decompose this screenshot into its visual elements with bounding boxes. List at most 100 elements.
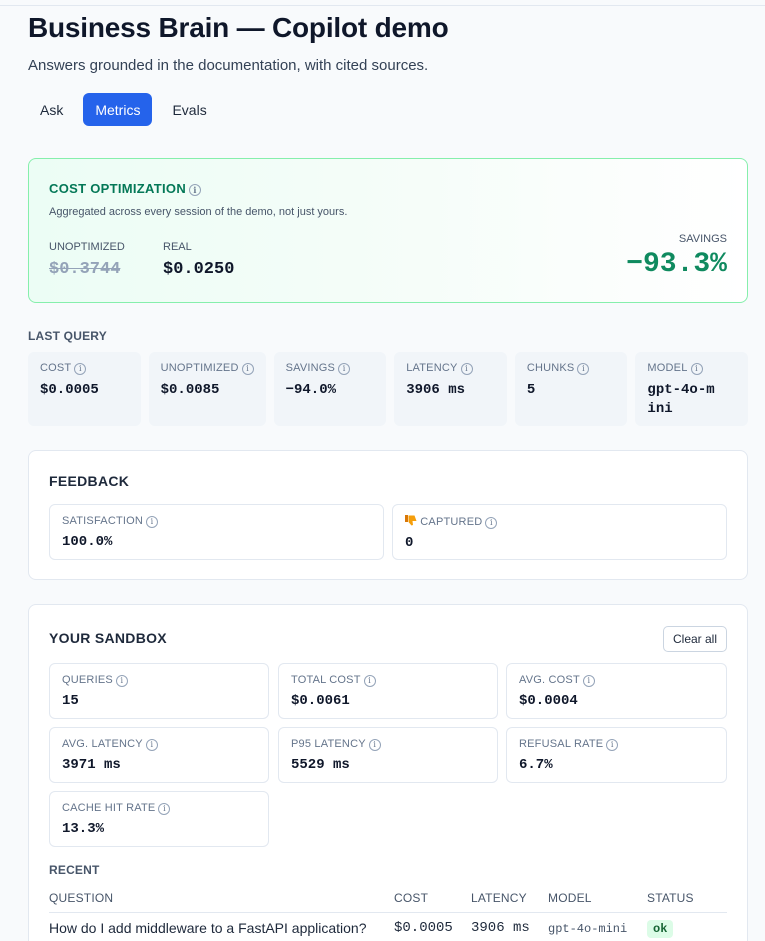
metric-value: 15 <box>62 693 79 709</box>
metric-label: LATENCY i <box>406 362 495 375</box>
metric-label: REFUSAL RATE i <box>519 738 714 751</box>
info-icon[interactable]: i <box>115 675 128 687</box>
info-icon[interactable]: i <box>146 516 159 528</box>
metric-value: 5529 ms <box>291 757 350 773</box>
sandbox-metric-queries: QUERIES i 15 <box>49 663 269 719</box>
last-query-metric-cost: COST i $0.0005 <box>28 352 141 426</box>
sandbox-metric-avg-latency: AVG. LATENCY i 3971 ms <box>49 727 269 783</box>
metric-label: P95 LATENCY i <box>291 738 485 751</box>
metric-label: SATISFACTION i <box>62 515 371 528</box>
info-icon[interactable]: i <box>577 363 590 375</box>
metric-label-text: CHUNKS <box>526 362 575 374</box>
recent-title: RECENT <box>49 863 100 877</box>
info-icon[interactable]: i <box>74 363 87 375</box>
table-row[interactable]: How do I add middleware to a FastAPI app… <box>49 913 727 941</box>
info-icon[interactable]: i <box>606 739 619 751</box>
sandbox-panel: YOUR SANDBOX Clear all QUERIES i 15 TOTAL… <box>28 604 748 941</box>
info-icon[interactable]: i <box>189 184 202 196</box>
satisfaction-value: 100.0% <box>62 534 113 550</box>
tab-ask[interactable]: Ask <box>28 93 75 126</box>
metric-label: AVG. COST i <box>519 674 714 687</box>
tab-bar: Ask Metrics Evals <box>28 93 219 126</box>
top-divider <box>0 5 765 6</box>
satisfaction-card: SATISFACTION i 100.0% <box>49 504 384 560</box>
info-icon[interactable]: i <box>145 739 158 751</box>
tab-evals[interactable]: Evals <box>160 93 218 126</box>
cost-optimization-title-text: COST OPTIMIZATION <box>49 181 187 196</box>
real-label: REAL <box>163 241 192 253</box>
metric-label: CAPTURED i <box>405 515 714 529</box>
feedback-title: FEEDBACK <box>49 473 130 489</box>
unoptimized-label: UNOPTIMIZED <box>49 241 125 253</box>
info-icon[interactable]: i <box>690 363 703 375</box>
last-query-metric-chunks: CHUNKS i 5 <box>514 352 628 426</box>
feedback-panel: FEEDBACK SATISFACTION i 100.0% CAPTURED i … <box>28 450 748 580</box>
info-icon[interactable]: i <box>368 739 381 751</box>
metric-value: −94.0% <box>285 382 337 398</box>
last-query-metrics: COST i $0.0005 UNOPTIMIZED i $0.0085 SAVIN… <box>28 352 749 426</box>
status-badge: ok <box>647 920 674 938</box>
metric-label: AVG. LATENCY i <box>62 738 256 751</box>
column-header-status: STATUS <box>647 891 694 905</box>
sandbox-metric-total-cost: TOTAL COST i $0.0061 <box>278 663 498 719</box>
metric-label-text: P95 LATENCY <box>291 738 366 750</box>
cost-optimization-card: COST OPTIMIZATION i Aggregated across eve… <box>28 158 748 303</box>
row-model: gpt-4o-mini <box>548 922 628 936</box>
metric-value: 6.7% <box>519 757 553 773</box>
metric-label: UNOPTIMIZED i <box>161 362 254 375</box>
page-subtitle: Answers grounded in the documentation, w… <box>28 57 429 74</box>
last-query-title: LAST QUERY <box>28 329 107 343</box>
captured-card: CAPTURED i 0 <box>392 504 727 560</box>
metric-label-text: AVG. LATENCY <box>62 738 143 750</box>
captured-value: 0 <box>405 535 414 551</box>
last-query-metric-unoptimized: UNOPTIMIZED i $0.0085 <box>148 352 266 426</box>
sandbox-metric-avg-cost: AVG. COST i $0.0004 <box>506 663 727 719</box>
metric-label-text: CACHE HIT RATE <box>62 802 156 814</box>
metric-label: QUERIES i <box>62 674 256 687</box>
thumbs-down-icon <box>405 515 420 528</box>
sandbox-metric-cache-hit-rate: CACHE HIT RATE i 13.3% <box>49 791 269 847</box>
metric-label: MODEL i <box>647 362 736 375</box>
metric-value: $0.0004 <box>519 693 578 709</box>
metric-value: gpt-4o-mini <box>647 382 715 417</box>
metric-label-text: TOTAL COST <box>291 674 361 686</box>
row-cost: $0.0005 <box>394 920 453 936</box>
info-icon[interactable]: i <box>485 517 498 529</box>
metric-label: TOTAL COST i <box>291 674 485 687</box>
info-icon[interactable]: i <box>338 363 351 375</box>
metric-label-text: SATISFACTION <box>62 515 144 527</box>
metric-value: 5 <box>526 382 536 398</box>
row-question: How do I add middleware to a FastAPI app… <box>49 920 367 936</box>
info-icon[interactable]: i <box>363 675 376 687</box>
metric-label-text: REFUSAL RATE <box>519 738 604 750</box>
info-icon[interactable]: i <box>582 675 595 687</box>
info-icon[interactable]: i <box>158 803 171 815</box>
metric-label-text: COST <box>40 362 72 374</box>
metric-label: CACHE HIT RATE i <box>62 802 256 815</box>
info-icon[interactable]: i <box>241 363 254 375</box>
info-icon[interactable]: i <box>460 363 473 375</box>
metric-value: $0.0085 <box>160 382 220 398</box>
metric-label-text: UNOPTIMIZED <box>160 362 239 374</box>
column-header-latency: LATENCY <box>471 891 527 905</box>
clear-all-button[interactable]: Clear all <box>662 626 727 652</box>
last-query-metric-model: MODEL i gpt-4o-mini <box>635 352 749 426</box>
metric-label: SAVINGS i <box>286 362 375 375</box>
tab-metrics[interactable]: Metrics <box>83 93 153 126</box>
sandbox-metric-p95-latency: P95 LATENCY i 5529 ms <box>278 727 498 783</box>
metric-label: CHUNKS i <box>527 362 616 375</box>
metric-label-text: CAPTURED <box>420 516 483 528</box>
metric-label-text: MODEL <box>647 362 688 374</box>
metric-value: 3971 ms <box>62 757 121 773</box>
recent-table-header: QUESTION COST LATENCY MODEL STATUS <box>49 891 727 913</box>
page-title: Business Brain — Copilot demo <box>28 12 449 43</box>
cost-optimization-description: Aggregated across every session of the d… <box>49 206 348 218</box>
column-header-cost: COST <box>394 891 429 905</box>
cost-optimization-title: COST OPTIMIZATION i <box>49 181 202 196</box>
metric-label-text: LATENCY <box>406 362 458 374</box>
last-query-metric-savings: SAVINGS i −94.0% <box>273 352 387 426</box>
sandbox-title: YOUR SANDBOX <box>49 630 167 646</box>
savings-value: −93.3% <box>626 249 727 280</box>
last-query-metric-latency: LATENCY i 3906 ms <box>394 352 507 426</box>
metric-value: 13.3% <box>62 821 105 837</box>
